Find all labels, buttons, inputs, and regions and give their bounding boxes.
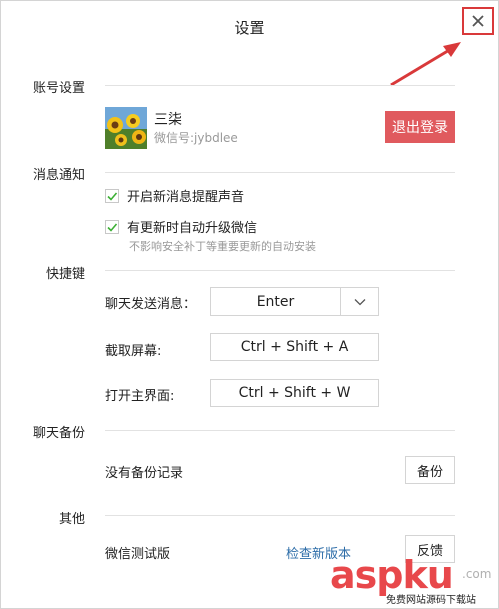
avatar — [105, 107, 147, 149]
watermark-sub: 免费网站源码下载站 — [386, 591, 476, 606]
checkbox[interactable] — [105, 219, 119, 234]
nickname: 三柒 — [154, 112, 182, 128]
watermark-suffix: .com — [462, 567, 492, 581]
option-auto-update[interactable]: 有更新时自动升级微信 — [105, 217, 257, 236]
send-key-value: Enter — [256, 293, 295, 310]
site-watermark: aspku .com 免费网站源码下载站 — [330, 553, 499, 609]
open-main-label: 打开主界面: — [105, 389, 175, 404]
section-label-other: 其他 — [58, 512, 85, 527]
logout-button[interactable]: 退出登录 — [385, 111, 455, 143]
option-new-message-sound[interactable]: 开启新消息提醒声音 — [105, 186, 244, 205]
version-text: 微信测试版 — [105, 547, 171, 562]
no-backup-text: 没有备份记录 — [105, 466, 184, 481]
option-label: 有更新时自动升级微信 — [127, 221, 258, 236]
section-label-backup: 聊天备份 — [32, 426, 85, 441]
open-main-hotkey[interactable]: Ctrl + Shift + W — [210, 379, 379, 407]
close-button[interactable] — [462, 7, 494, 35]
auto-update-hint: 不影响安全补丁等重要更新的自动安装 — [129, 240, 316, 253]
checkbox[interactable] — [105, 188, 119, 203]
chevron-down-icon — [354, 298, 365, 305]
dropdown-toggle[interactable] — [340, 288, 378, 315]
annotation-arrow — [390, 42, 461, 87]
section-divider — [105, 270, 455, 271]
section-label-notify: 消息通知 — [32, 168, 85, 183]
section-divider — [105, 172, 455, 173]
send-message-label: 聊天发送消息： — [105, 297, 197, 312]
option-label: 开启新消息提醒声音 — [127, 190, 245, 205]
section-divider — [105, 515, 455, 516]
backup-button[interactable]: 备份 — [405, 456, 455, 484]
window-title: 设置 — [234, 19, 265, 37]
send-key-select[interactable]: Enter — [210, 287, 379, 316]
section-divider — [105, 85, 455, 86]
section-divider — [105, 430, 455, 431]
sunflower-image — [105, 107, 147, 149]
capture-screen-hotkey[interactable]: Ctrl + Shift + A — [210, 333, 379, 361]
capture-screen-label: 截取屏幕: — [105, 344, 162, 359]
section-label-account: 账号设置 — [32, 81, 85, 96]
checkmark-icon — [107, 191, 118, 201]
wechat-id: 微信号:jybdlee — [154, 131, 238, 145]
checkmark-icon — [107, 222, 118, 232]
section-label-shortcuts: 快捷键 — [45, 267, 85, 282]
settings-window: 设置 账号设置 三柒 微信号:jybdlee 退出登录 消息通知 开启新消息提醒… — [0, 0, 499, 609]
close-icon — [472, 15, 484, 27]
